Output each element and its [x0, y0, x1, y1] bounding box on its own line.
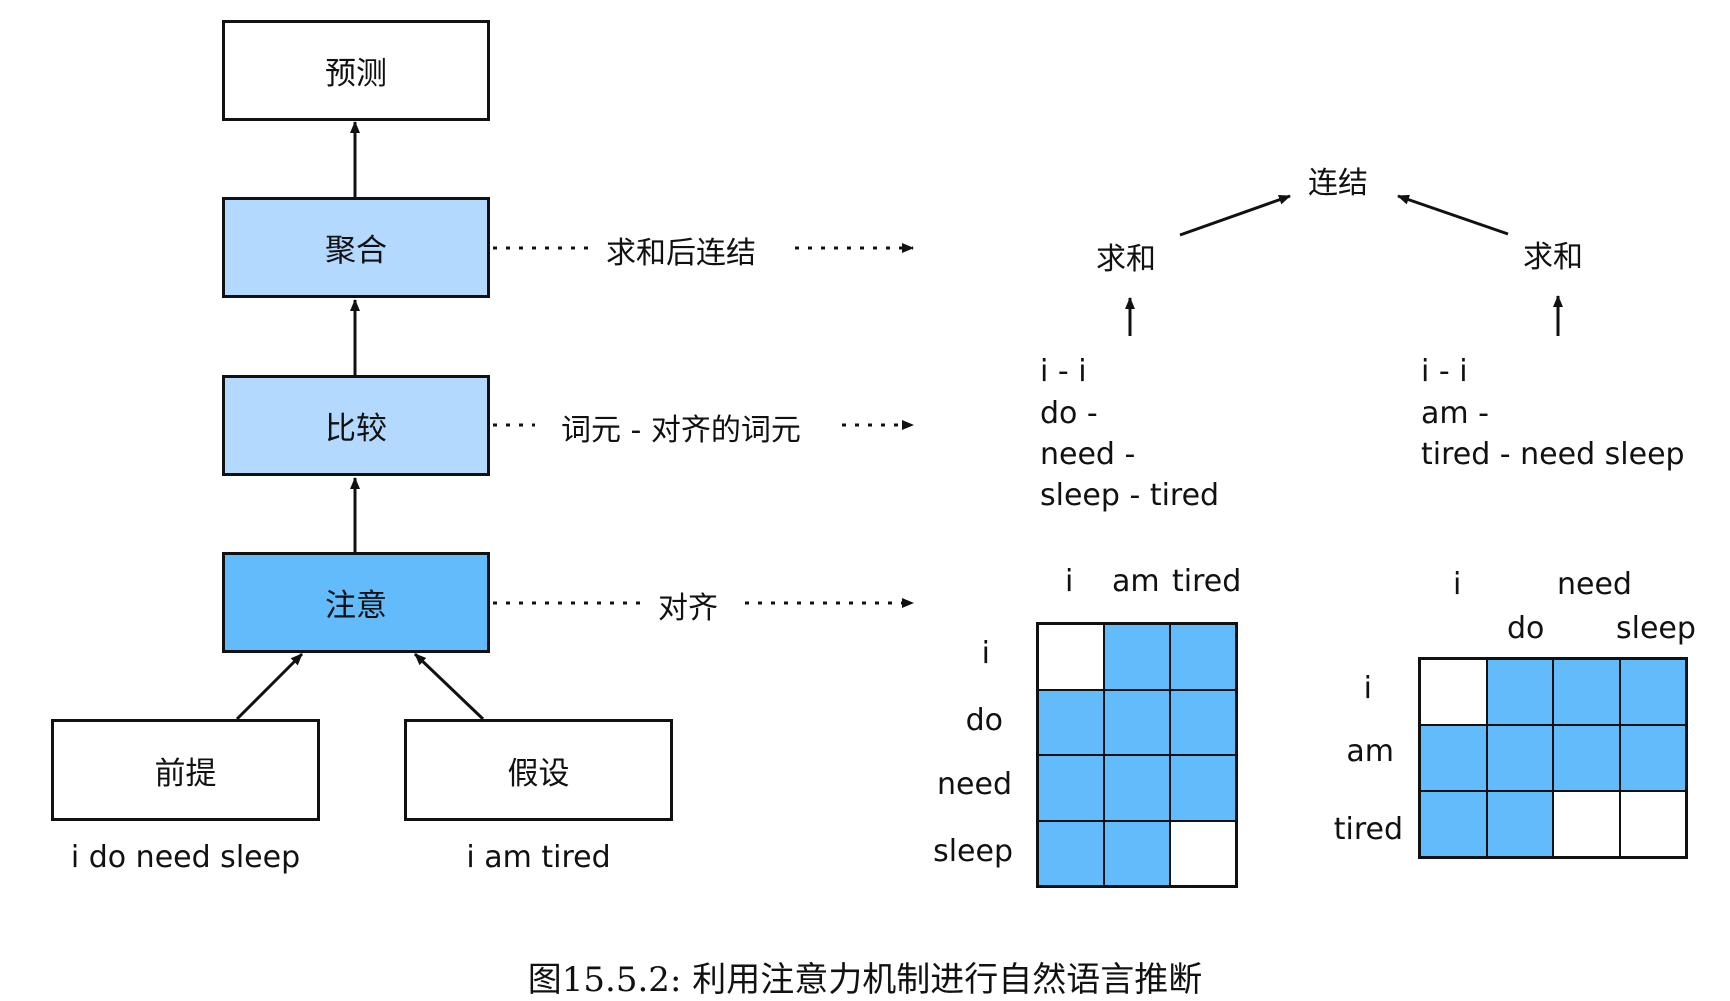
compare-line: am -	[1421, 396, 1489, 431]
unaligned-cell	[1619, 791, 1686, 857]
align-right-row-label: tired	[1333, 812, 1403, 847]
figure-caption: 图15.5.2: 利用注意力机制进行自然语言推断	[527, 960, 1203, 1000]
aligned-cell	[1038, 755, 1104, 821]
unaligned-cell	[1553, 791, 1620, 857]
compare-line: do -	[1040, 396, 1098, 431]
unaligned-cell	[1420, 659, 1487, 725]
aligned-cell	[1170, 689, 1236, 755]
sum-left-label: 求和	[1096, 242, 1156, 277]
align-left-row-label: need	[937, 767, 1012, 802]
align-right-col-label: do	[1507, 611, 1545, 646]
aligned-cell	[1619, 659, 1686, 725]
aligned-cell	[1420, 791, 1487, 857]
alignment-matrix-right	[1418, 657, 1688, 859]
align-right-col-label: sleep	[1616, 611, 1696, 646]
aligned-cell	[1038, 820, 1104, 886]
compare-label: 比较	[325, 411, 387, 447]
aligned-cell	[1170, 624, 1236, 690]
align-left-row-label: i	[981, 636, 990, 671]
aligned-cell	[1170, 755, 1236, 821]
align-right-col-label: need	[1557, 567, 1632, 602]
hypothesis-label: 假设	[507, 755, 570, 792]
aligned-cell	[1104, 755, 1170, 821]
concat-label: 连结	[1308, 166, 1368, 201]
hypothesis-text: i am tired	[466, 840, 611, 875]
predict-label: 预测	[325, 56, 387, 92]
attend-label: 注意	[325, 588, 387, 624]
align-left-row-label: do	[965, 703, 1003, 738]
aligned-cell	[1104, 689, 1170, 755]
compare-line: need -	[1040, 437, 1136, 472]
aligned-cell	[1486, 659, 1553, 725]
arrow-premise-to-attend	[235, 652, 304, 721]
aligned-cell	[1486, 791, 1553, 857]
aligned-cell	[1104, 820, 1170, 886]
aligned-cell	[1420, 725, 1487, 791]
dotted-label-compare: 词元 - 对齐的词元	[561, 413, 801, 448]
aligned-cell	[1486, 725, 1553, 791]
align-left-col-label: am	[1112, 564, 1160, 599]
predict-box: 预测	[222, 20, 490, 121]
compare-line: i - i	[1421, 354, 1468, 389]
align-right-col-label: i	[1453, 567, 1462, 602]
aligned-cell	[1038, 689, 1104, 755]
aligned-cell	[1104, 624, 1170, 690]
aligned-cell	[1553, 725, 1620, 791]
arrow-sum-left-to-concat	[1179, 194, 1291, 237]
aligned-cell	[1619, 725, 1686, 791]
premise-label: 前提	[154, 755, 217, 792]
premise-text: i do need sleep	[70, 840, 301, 875]
alignment-matrix-left	[1036, 622, 1238, 888]
compare-line: tired - need sleep	[1421, 437, 1685, 472]
nli-attention-diagram: 预测 聚合 比较 注意 前提 假设 i do need sleep i am t…	[0, 0, 1730, 1000]
compare-line: sleep - tired	[1040, 478, 1220, 513]
aggregate-label: 聚合	[325, 233, 387, 269]
align-left-col-label: tired	[1172, 564, 1242, 599]
sum-right-label: 求和	[1523, 240, 1583, 275]
compare-line: i - i	[1040, 354, 1087, 389]
unaligned-cell	[1038, 624, 1104, 690]
hypothesis-box: 假设	[404, 719, 673, 821]
dotted-label-aggregate: 求和后连结	[606, 236, 756, 271]
dotted-label-attend: 对齐	[658, 591, 718, 626]
aligned-cell	[1553, 659, 1620, 725]
attend-box: 注意	[222, 552, 490, 653]
compare-box: 比较	[222, 375, 490, 476]
arrow-sum-right-to-concat	[1397, 194, 1509, 236]
align-left-col-label: i	[1065, 564, 1074, 599]
align-right-row-label: i	[1363, 671, 1372, 706]
unaligned-cell	[1170, 820, 1236, 886]
align-left-row-label: sleep	[933, 834, 1013, 869]
align-right-row-label: am	[1346, 734, 1394, 769]
aggregate-box: 聚合	[222, 197, 490, 298]
arrow-hypothesis-to-attend	[413, 652, 485, 721]
premise-box: 前提	[51, 719, 320, 821]
